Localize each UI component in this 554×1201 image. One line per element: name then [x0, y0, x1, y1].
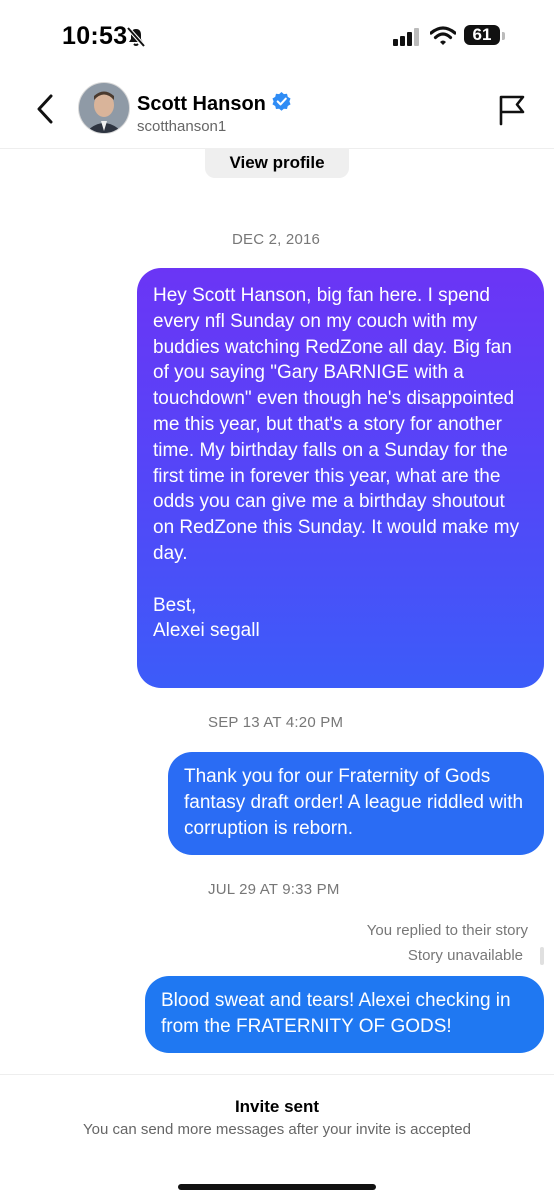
message-bubble[interactable]: Blood sweat and tears! Alexei checking i…: [145, 976, 544, 1053]
invite-title: Invite sent: [234, 1097, 320, 1116]
avatar[interactable]: [78, 82, 130, 134]
status-time: 10:53: [62, 22, 128, 50]
message-bubble[interactable]: Thank you for our Fraternity of Gods fan…: [168, 752, 544, 855]
contact-username: scotthanson1: [137, 118, 227, 135]
contact-name-row[interactable]: Scott Hanson: [137, 92, 291, 116]
invite-footer: Invite sent You can send more messages a…: [0, 1074, 554, 1201]
bell-muted-icon: [125, 26, 147, 53]
contact-name: Scott Hanson: [137, 92, 266, 115]
story-reply-note: You replied to their story: [366, 922, 528, 939]
view-profile-button[interactable]: View profile: [205, 148, 349, 178]
status-bar: 10:53 61: [0, 0, 554, 70]
invite-subtitle: You can send more messages after your in…: [83, 1121, 471, 1138]
verified-badge-icon: [272, 92, 291, 116]
message-bubble[interactable]: Hey Scott Hanson, big fan here. I spend …: [137, 268, 544, 688]
message-date: JUL 29 AT 9:33 PM: [208, 881, 340, 898]
story-reply-bar: [540, 947, 544, 965]
back-chevron-icon[interactable]: [34, 94, 56, 129]
message-date: DEC 2, 2016: [232, 231, 321, 248]
cellular-signal-icon: [393, 28, 421, 51]
flag-report-icon[interactable]: [498, 94, 526, 131]
wifi-icon: [429, 26, 457, 51]
battery-icon: 61: [464, 25, 500, 45]
message-date: SEP 13 AT 4:20 PM: [208, 714, 344, 731]
home-indicator[interactable]: [178, 1184, 376, 1190]
battery-cap: [502, 32, 505, 40]
story-unavailable-label: Story unavailable: [407, 947, 523, 964]
conversation-header: Scott Hanson scotthanson1: [0, 70, 554, 149]
